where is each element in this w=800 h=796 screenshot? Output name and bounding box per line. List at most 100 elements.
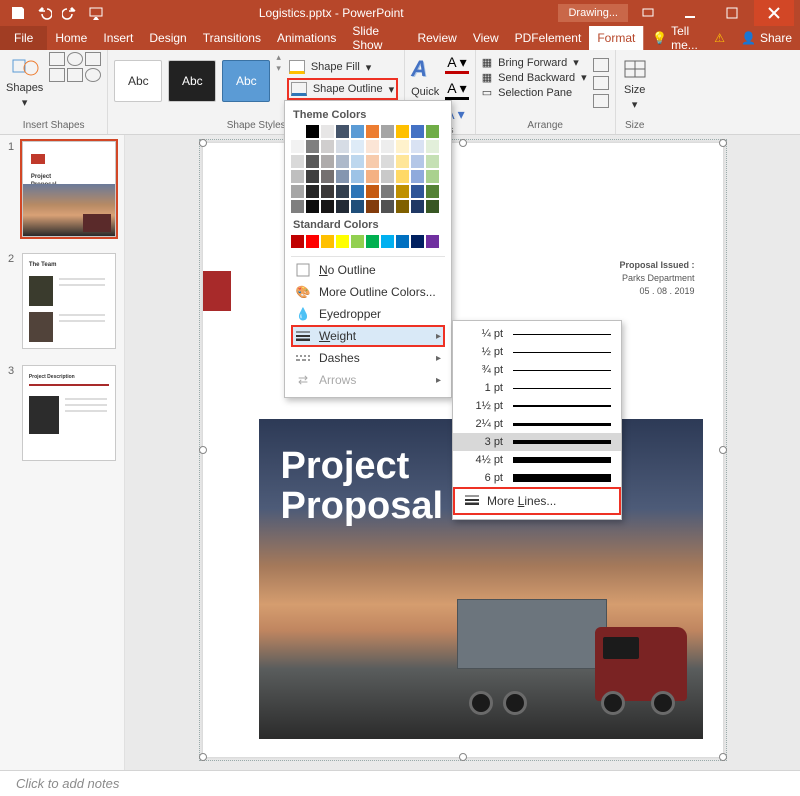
bring-forward-button[interactable]: ▦Bring Forward ▾	[482, 56, 587, 69]
quick-styles-button[interactable]: Quick	[411, 86, 439, 98]
weight-option[interactable]: ½ pt	[453, 343, 621, 361]
style-gallery-scroll[interactable]: ▴▾	[276, 52, 281, 74]
color-swatch[interactable]	[381, 235, 394, 248]
undo-icon[interactable]	[36, 5, 52, 21]
color-swatch[interactable]	[306, 200, 319, 213]
color-swatch[interactable]	[411, 170, 424, 183]
color-swatch[interactable]	[366, 170, 379, 183]
color-swatch[interactable]	[381, 155, 394, 168]
color-swatch[interactable]	[426, 140, 439, 153]
color-swatch[interactable]	[381, 170, 394, 183]
color-swatch[interactable]	[306, 235, 319, 248]
wordart-preview-icon[interactable]: A	[411, 56, 439, 82]
color-swatch[interactable]	[336, 125, 349, 138]
resize-handle[interactable]	[459, 753, 467, 761]
color-swatch[interactable]	[291, 235, 304, 248]
color-swatch[interactable]	[351, 125, 364, 138]
color-swatch[interactable]	[426, 170, 439, 183]
weight-option[interactable]: 2¼ pt	[453, 415, 621, 433]
tab-slideshow[interactable]: Slide Show	[344, 26, 409, 50]
text-outline-icon[interactable]: A ▾	[445, 80, 468, 100]
color-swatch[interactable]	[351, 200, 364, 213]
color-swatch[interactable]	[291, 200, 304, 213]
tab-insert[interactable]: Insert	[95, 26, 141, 50]
weight-option[interactable]: ¼ pt	[453, 325, 621, 343]
weight-item[interactable]: Weight▸	[291, 325, 445, 347]
color-swatch[interactable]	[381, 125, 394, 138]
color-swatch[interactable]	[291, 170, 304, 183]
color-swatch[interactable]	[366, 125, 379, 138]
color-swatch[interactable]	[321, 125, 334, 138]
color-swatch[interactable]	[381, 185, 394, 198]
thumbnail-3[interactable]: Project Description	[22, 365, 116, 461]
color-swatch[interactable]	[396, 170, 409, 183]
color-swatch[interactable]	[336, 185, 349, 198]
tab-view[interactable]: View	[465, 26, 507, 50]
close-icon[interactable]	[754, 0, 794, 26]
color-swatch[interactable]	[321, 185, 334, 198]
shapes-gallery[interactable]	[49, 52, 101, 82]
tab-review[interactable]: Review	[409, 26, 464, 50]
tab-file[interactable]: File	[0, 26, 47, 50]
weight-option[interactable]: ¾ pt	[453, 361, 621, 379]
selection-pane-button[interactable]: ▭Selection Pane	[482, 86, 587, 99]
thumbnail-1[interactable]: Project Proposal	[22, 141, 116, 237]
thumbnail-2[interactable]: The Team	[22, 253, 116, 349]
color-swatch[interactable]	[396, 125, 409, 138]
weight-option[interactable]: 1 pt	[453, 379, 621, 397]
resize-handle[interactable]	[199, 139, 207, 147]
color-swatch[interactable]	[291, 125, 304, 138]
style-chip-2[interactable]: Abc	[168, 60, 216, 102]
resize-handle[interactable]	[719, 446, 727, 454]
minimize-icon[interactable]	[670, 0, 710, 26]
color-swatch[interactable]	[366, 235, 379, 248]
resize-handle[interactable]	[199, 753, 207, 761]
weight-option[interactable]: 4½ pt	[453, 451, 621, 469]
color-swatch[interactable]	[426, 235, 439, 248]
color-swatch[interactable]	[426, 185, 439, 198]
color-swatch[interactable]	[366, 185, 379, 198]
redo-icon[interactable]	[62, 5, 78, 21]
save-icon[interactable]	[10, 5, 26, 21]
shape-fill-button[interactable]: Shape Fill ▾	[287, 58, 398, 76]
share-button[interactable]: 👤Share	[733, 26, 800, 50]
standard-color-row[interactable]	[291, 235, 445, 254]
resize-handle[interactable]	[719, 753, 727, 761]
tell-me-search[interactable]: 💡Tell me... ⚠	[644, 26, 733, 50]
color-swatch[interactable]	[336, 140, 349, 153]
color-swatch[interactable]	[426, 155, 439, 168]
color-swatch[interactable]	[396, 200, 409, 213]
send-backward-button[interactable]: ▦Send Backward ▾	[482, 71, 587, 84]
maximize-icon[interactable]	[712, 0, 752, 26]
tab-home[interactable]: Home	[47, 26, 95, 50]
color-swatch[interactable]	[396, 185, 409, 198]
tab-animations[interactable]: Animations	[269, 26, 344, 50]
color-swatch[interactable]	[351, 140, 364, 153]
color-swatch[interactable]	[336, 235, 349, 248]
color-swatch[interactable]	[396, 140, 409, 153]
ribbon-display-icon[interactable]	[628, 0, 668, 26]
color-swatch[interactable]	[321, 235, 334, 248]
style-chip-3[interactable]: Abc	[222, 60, 270, 102]
color-swatch[interactable]	[291, 185, 304, 198]
more-lines-item[interactable]: More Lines...	[453, 487, 621, 515]
color-swatch[interactable]	[321, 140, 334, 153]
notes-pane[interactable]: Click to add notes	[0, 770, 800, 796]
color-swatch[interactable]	[336, 170, 349, 183]
color-swatch[interactable]	[321, 155, 334, 168]
color-swatch[interactable]	[306, 185, 319, 198]
tab-transitions[interactable]: Transitions	[195, 26, 269, 50]
color-swatch[interactable]	[351, 170, 364, 183]
color-swatch[interactable]	[396, 155, 409, 168]
no-outline-item[interactable]: No Outline	[291, 256, 445, 281]
color-swatch[interactable]	[351, 185, 364, 198]
color-swatch[interactable]	[381, 140, 394, 153]
color-swatch[interactable]	[366, 140, 379, 153]
shapes-button[interactable]: Shapes ▾	[6, 52, 43, 109]
resize-handle[interactable]	[199, 446, 207, 454]
resize-handle[interactable]	[459, 139, 467, 147]
color-swatch[interactable]	[291, 155, 304, 168]
color-swatch[interactable]	[291, 140, 304, 153]
color-swatch[interactable]	[351, 155, 364, 168]
color-swatch[interactable]	[411, 185, 424, 198]
